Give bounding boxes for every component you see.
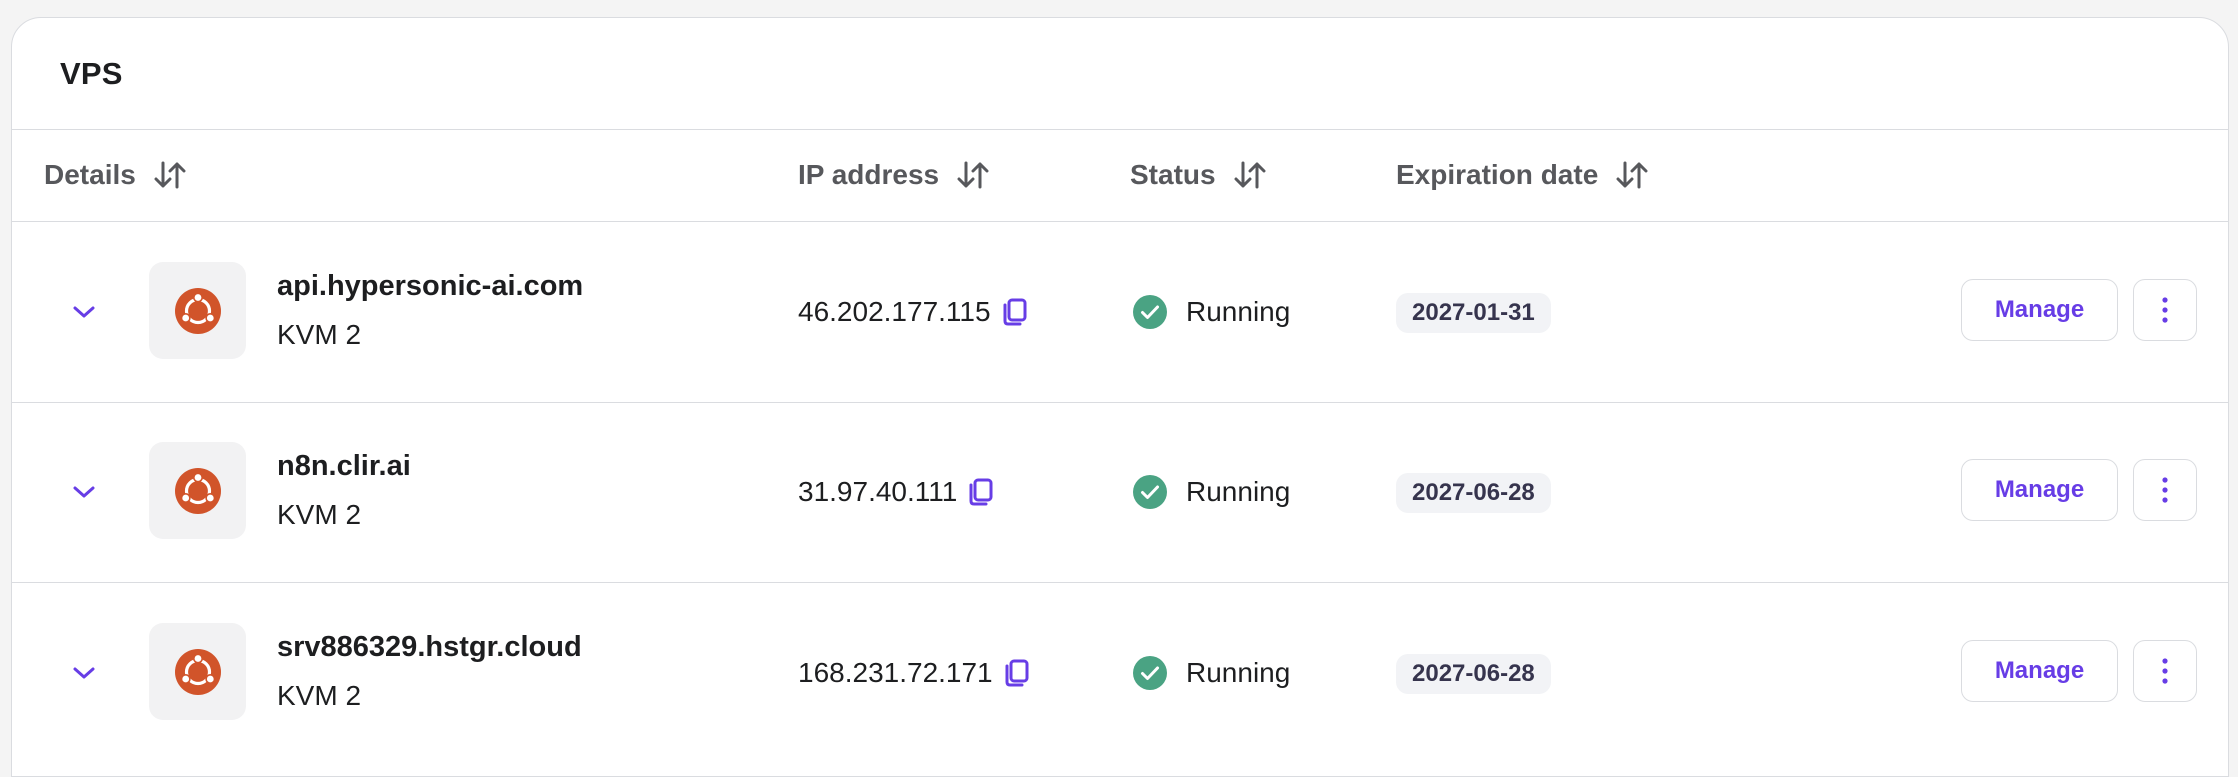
column-header-expiration[interactable]: Expiration date <box>1396 131 1648 219</box>
ubuntu-icon <box>174 648 221 695</box>
more-options-button[interactable] <box>2133 279 2197 341</box>
expiration-date-badge: 2027-01-31 <box>1396 293 1551 333</box>
vps-plan: KVM 2 <box>277 680 362 711</box>
vps-card: VPS Details IP address Status Expiration… <box>11 17 2229 777</box>
ubuntu-icon <box>174 287 221 334</box>
vps-hostname: n8n.clir.ai <box>277 450 411 482</box>
status-text: Running <box>1186 657 1291 688</box>
check-circle-icon <box>1133 475 1167 509</box>
ip-cell: 31.97.40.111 <box>798 472 995 512</box>
chevron-down-icon <box>73 306 95 318</box>
copy-ip-button[interactable] <box>1001 297 1029 327</box>
copy-icon <box>969 478 993 506</box>
expand-row-button[interactable] <box>64 292 104 332</box>
os-tile <box>149 442 246 539</box>
ip-address: 46.202.177.115 <box>798 296 991 327</box>
card-title: VPS <box>60 56 123 91</box>
ubuntu-icon <box>174 467 221 514</box>
ip-cell: 168.231.72.171 <box>798 653 1031 693</box>
vps-hostname: api.hypersonic-ai.com <box>277 270 584 302</box>
status-text: Running <box>1186 476 1291 507</box>
expand-row-button[interactable] <box>64 653 104 693</box>
vps-plan: KVM 2 <box>277 499 362 530</box>
more-options-button[interactable] <box>2133 640 2197 702</box>
table-header: Details IP address Status Expiration dat… <box>12 131 2228 219</box>
copy-ip-button[interactable] <box>1003 658 1031 688</box>
copy-icon <box>1003 298 1027 326</box>
status-cell: Running <box>1132 292 1290 332</box>
sort-arrows-icon[interactable] <box>1234 160 1266 190</box>
ip-cell: 46.202.177.115 <box>798 292 1029 332</box>
expand-row-button[interactable] <box>64 472 104 512</box>
column-header-status[interactable]: Status <box>1130 131 1266 219</box>
ip-address: 168.231.72.171 <box>798 657 993 688</box>
os-tile <box>149 262 246 359</box>
column-header-details[interactable]: Details <box>44 131 186 219</box>
column-header-label: Expiration date <box>1396 159 1599 190</box>
status-text: Running <box>1186 296 1291 327</box>
chevron-down-icon <box>73 486 95 498</box>
check-circle-icon <box>1133 656 1167 690</box>
table-row: api.hypersonic-ai.com KVM 2 46.202.177.1… <box>12 222 2228 402</box>
vps-hostname: srv886329.hstgr.cloud <box>277 631 582 663</box>
check-circle-icon <box>1133 295 1167 329</box>
expiration-date-badge: 2027-06-28 <box>1396 654 1551 694</box>
copy-icon <box>1005 659 1029 687</box>
vps-plan: KVM 2 <box>277 319 362 350</box>
column-header-ip[interactable]: IP address <box>798 131 989 219</box>
more-vertical-icon <box>2162 297 2168 323</box>
ip-address: 31.97.40.111 <box>798 476 958 507</box>
os-tile <box>149 623 246 720</box>
table-row: n8n.clir.ai KVM 2 31.97.40.111 Running 2… <box>12 402 2228 582</box>
sort-arrows-icon[interactable] <box>154 160 186 190</box>
table-row: srv886329.hstgr.cloud KVM 2 168.231.72.1… <box>12 583 2228 763</box>
manage-button[interactable]: Manage <box>1961 279 2118 341</box>
status-cell: Running <box>1132 653 1290 693</box>
title-divider <box>12 129 2228 130</box>
chevron-down-icon <box>73 667 95 679</box>
status-cell: Running <box>1132 472 1290 512</box>
manage-button[interactable]: Manage <box>1961 640 2118 702</box>
more-options-button[interactable] <box>2133 459 2197 521</box>
column-header-label: IP address <box>798 159 940 190</box>
copy-ip-button[interactable] <box>967 477 995 507</box>
expiration-date-badge: 2027-06-28 <box>1396 473 1551 513</box>
sort-arrows-icon[interactable] <box>1616 160 1648 190</box>
column-header-label: Details <box>44 159 136 190</box>
manage-button[interactable]: Manage <box>1961 459 2118 521</box>
more-vertical-icon <box>2162 477 2168 503</box>
sort-arrows-icon[interactable] <box>957 160 989 190</box>
more-vertical-icon <box>2162 658 2168 684</box>
column-header-label: Status <box>1130 159 1216 190</box>
